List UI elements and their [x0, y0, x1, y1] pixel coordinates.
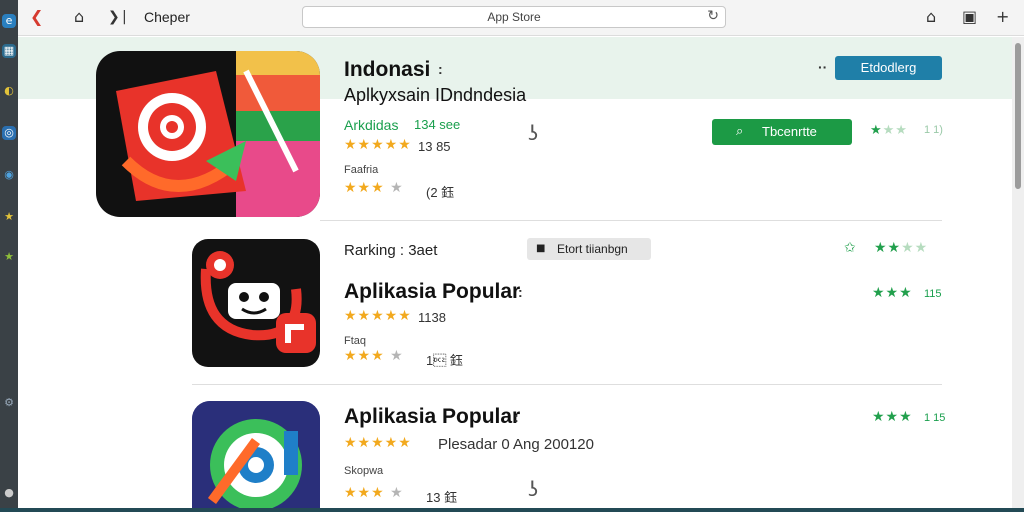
share-icon[interactable]: ▣ — [962, 7, 977, 27]
install-button[interactable]: Etdodlerg — [835, 56, 942, 80]
featured-green-label: Arkdidas — [344, 117, 399, 133]
featured-label: Faafria — [344, 164, 379, 176]
crescent-icon[interactable]: ◐ — [2, 84, 16, 98]
app-2-side-rating: 1 15 — [924, 412, 946, 424]
star-icon[interactable]: ★ — [2, 210, 16, 224]
back-icon[interactable]: ❮ — [30, 7, 43, 27]
cursor-icon: ʖ — [528, 121, 539, 145]
app-2-rating2-count: 13 鈺 — [426, 490, 458, 505]
search-button[interactable]: ⌕ Tbcenrtte — [712, 119, 852, 145]
settings-icon[interactable]: ⚙ — [2, 396, 16, 410]
app-2-label: Skopwa — [344, 465, 384, 477]
ranking-title-text: Rarking : 3aet — [344, 242, 438, 259]
app-2-menu-icon[interactable]: : — [514, 409, 519, 425]
app-title-2: Aplikasia Popular — [344, 405, 521, 428]
window-title: Cheper — [144, 9, 190, 25]
bookmark-icon: ■ — [536, 243, 546, 254]
app-icon-popular-1[interactable] — [192, 239, 320, 367]
address-text: App Store — [487, 10, 541, 24]
ranking-stars: ★★★★ — [874, 240, 929, 256]
featured-rating2-count: (2 鈺 — [426, 185, 455, 200]
power-icon[interactable]: ● — [2, 486, 16, 500]
section-divider — [320, 220, 942, 221]
app-1-label: Ftaq — [344, 335, 367, 347]
search-icon: ⌕ — [736, 124, 744, 139]
swirl-icon[interactable]: ◉ — [2, 168, 16, 182]
featured-title: Indonasi — [344, 58, 431, 81]
app-icon-popular-2[interactable] — [192, 401, 320, 508]
app-1-rating2-count: 1 鈺 — [426, 353, 463, 368]
featured-app-icon[interactable] — [96, 51, 320, 217]
ranking-badge-icon: ✩ — [844, 240, 857, 256]
toolbar: ❮ ⌂ ❯ | Cheper App Store ↻ ⌂ ▣ + — [18, 0, 1024, 36]
app-2-rating2-stars: ★★★ ★ — [344, 485, 404, 501]
app-2-rating-stars: ★★★★★ — [344, 435, 412, 451]
featured-side-stars: ★★★ — [870, 123, 908, 138]
app-1-menu-icon[interactable]: : — [518, 284, 523, 300]
featured-subtitle: Aplkyxsain IDndndesia — [344, 85, 527, 105]
left-dock: e ▦ ◐ ◎ ◉ ★ ★ ⚙ ● — [0, 0, 18, 512]
app-2-side-stars: ★★★ — [872, 409, 913, 425]
cloud-icon[interactable]: ◎ — [2, 126, 16, 140]
section-divider — [192, 384, 942, 385]
more-dots-icon[interactable]: ·· — [818, 59, 827, 75]
scrollbar-thumb[interactable] — [1015, 43, 1021, 189]
app-2-desc: Plesadar 0 Ang 200120 — [438, 436, 594, 453]
add-icon[interactable]: + — [996, 7, 1009, 27]
featured-rating-count: 13 85 — [418, 139, 451, 154]
app-1-rating-count: 1138 — [418, 310, 446, 325]
ranking-title: Rarking : 3aet — [344, 242, 437, 259]
app-1-rating2-stars: ★★★ ★ — [344, 348, 404, 364]
reload-icon[interactable]: ↻ — [707, 8, 719, 24]
account-icon[interactable]: ⌂ — [926, 7, 936, 27]
taskbar — [0, 508, 1024, 512]
app-1-side-rating: 115 — [924, 288, 942, 300]
home-icon[interactable]: ⌂ — [74, 7, 84, 27]
filter-chip[interactable]: ■ Etort tiianbgn — [527, 238, 651, 260]
star-icon[interactable]: ★ — [2, 250, 16, 264]
search-button-label: Tbcenrtte — [762, 124, 817, 139]
app-title-1: Aplikasia Popular — [344, 280, 521, 303]
app-1-side-stars: ★★★ — [872, 285, 913, 301]
app-icon[interactable]: ▦ — [2, 44, 16, 58]
featured-rating-stars: ★★★★★ — [344, 137, 412, 153]
featured-rating2-stars: ★★★ ★ — [344, 180, 404, 196]
featured-side-rating: 1 1) — [924, 124, 943, 136]
title-menu-icon[interactable]: : — [438, 61, 443, 77]
filter-chip-label: Etort tiianbgn — [557, 242, 628, 256]
featured-green-count: 134 see — [414, 117, 461, 132]
cursor-icon: ʖ — [528, 477, 539, 501]
app-1-rating-stars: ★★★★★ — [344, 308, 412, 324]
address-bar[interactable]: App Store ↻ — [302, 6, 726, 28]
divider-icon: | — [122, 9, 127, 25]
forward-icon[interactable]: ❯ — [108, 7, 120, 27]
browser-icon[interactable]: e — [2, 14, 16, 28]
app-store-window: ❮ ⌂ ❯ | Cheper App Store ↻ ⌂ ▣ + Indonas… — [18, 0, 1024, 508]
main-content: Indonasi : Aplkyxsain IDndndesia Arkdida… — [18, 37, 1024, 508]
